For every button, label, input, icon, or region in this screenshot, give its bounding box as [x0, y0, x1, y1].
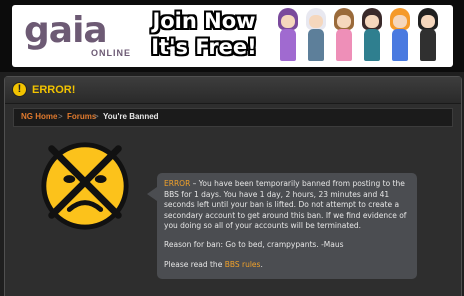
title-bar: ! ERROR! [5, 77, 461, 104]
error-label: ERROR [164, 179, 191, 188]
ban-message: ERROR – You have been temporarily banned… [147, 173, 417, 279]
gaia-online-banner[interactable]: gaia ONLINE Join Now It's Free! [0, 0, 464, 72]
avatar [415, 8, 441, 64]
avatar [331, 8, 357, 64]
slogan-line-1: Join Now [152, 9, 256, 33]
join-now-slogan: Join Now It's Free! [144, 8, 264, 60]
avatar [275, 8, 301, 64]
gaia-logo: gaia ONLINE [24, 10, 136, 59]
logo-text: gaia [24, 10, 108, 51]
slogan-line-2: It's Free! [151, 35, 257, 59]
avatar [359, 8, 385, 64]
breadcrumb: NG Home > Forums > You're Banned [13, 108, 453, 127]
breadcrumb-ng-home[interactable]: NG Home [21, 112, 57, 121]
breadcrumb-forums[interactable]: Forums [67, 112, 96, 121]
banner-ad[interactable]: gaia ONLINE Join Now It's Free! [12, 5, 453, 67]
ban-reason: Reason for ban: Go to bed, crampypants. … [164, 240, 344, 249]
rules-notice-suffix: . [260, 260, 263, 269]
angry-face-icon [41, 142, 129, 230]
ban-body-text: – You have been temporarily banned from … [164, 179, 407, 231]
rules-notice: Please read the BBS rules. [164, 260, 263, 271]
page-title: ERROR! [32, 84, 76, 96]
ban-details: ERROR – You have been temporarily banned… [164, 179, 414, 232]
breadcrumb-separator: > [58, 112, 63, 121]
warning-icon: ! [12, 82, 27, 97]
avatar [387, 8, 413, 64]
breadcrumb-current: You're Banned [103, 112, 159, 121]
logo-subtext: ONLINE [91, 48, 132, 58]
rules-notice-prefix: Please read the [164, 260, 225, 269]
avatar [303, 8, 329, 64]
bbs-rules-link[interactable]: BBS rules [225, 260, 261, 269]
breadcrumb-separator: > [94, 112, 99, 121]
